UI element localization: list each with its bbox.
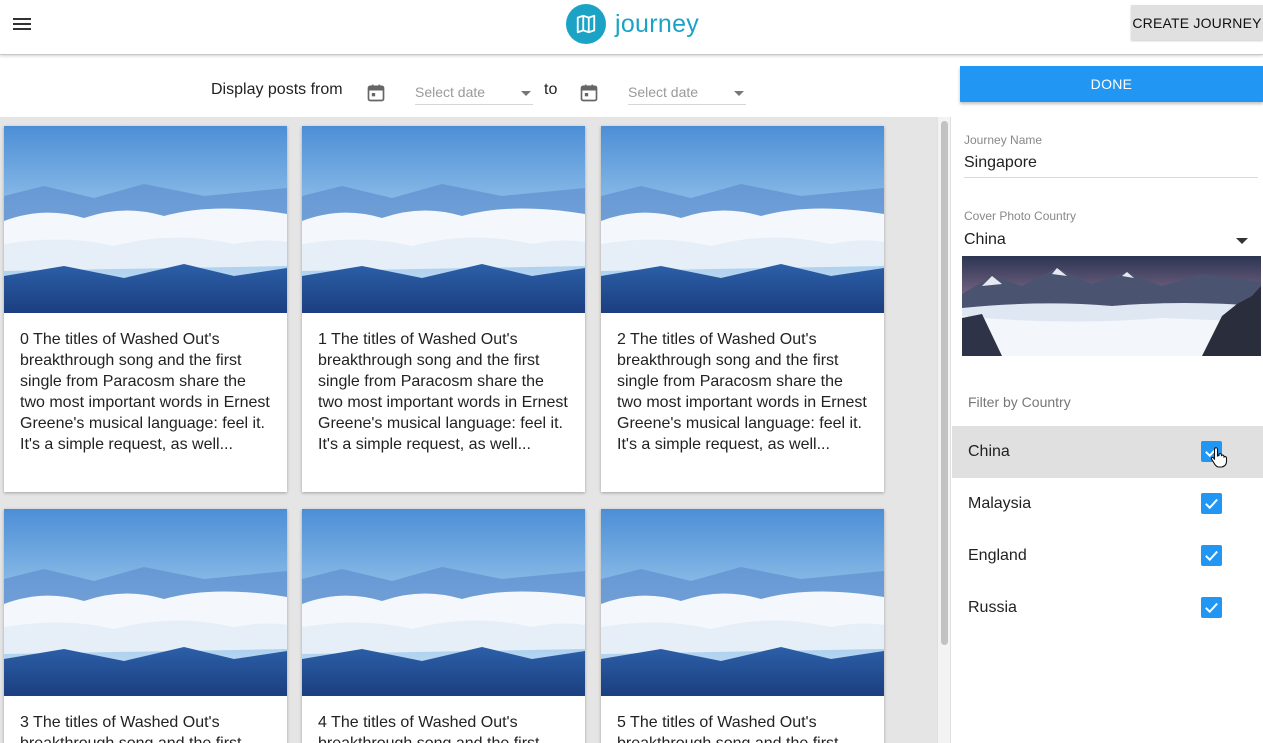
post-image	[302, 509, 585, 696]
app-bar: journey CREATE JOURNEY	[0, 0, 1263, 55]
checkbox[interactable]	[1201, 545, 1222, 566]
post-card[interactable]: 0 The titles of Washed Out's breakthroug…	[4, 126, 287, 492]
post-card[interactable]: 5 The titles of Washed Out's breakthroug…	[601, 509, 884, 743]
journey-panel: Journey Name Singapore Cover Photo Count…	[952, 117, 1263, 743]
cover-country-label: Cover Photo Country	[964, 209, 1077, 223]
hand-cursor-icon	[1210, 447, 1228, 468]
country-name: Malaysia	[968, 495, 1032, 512]
done-button[interactable]: DONE	[960, 66, 1263, 102]
post-excerpt: 4 The titles of Washed Out's breakthroug…	[318, 714, 539, 743]
from-date-placeholder: Select date	[415, 84, 486, 100]
app-title: journey	[615, 9, 700, 38]
country-name: Russia	[968, 599, 1017, 616]
journey-name-value: Singapore	[964, 154, 1037, 171]
country-filter-russia[interactable]: Russia	[952, 582, 1263, 634]
display-posts-label: Display posts from	[211, 81, 343, 98]
country-name: England	[968, 547, 1027, 564]
journey-name-input[interactable]: Singapore	[964, 152, 1258, 178]
post-card[interactable]: 2 The titles of Washed Out's breakthroug…	[601, 126, 884, 492]
post-image	[4, 126, 287, 313]
country-filter-malaysia[interactable]: Malaysia	[952, 478, 1263, 530]
to-date-select[interactable]: Select date	[628, 83, 746, 105]
map-icon	[566, 4, 606, 44]
post-excerpt: 5 The titles of Washed Out's breakthroug…	[617, 714, 838, 743]
checkbox[interactable]	[1201, 493, 1222, 514]
to-label: to	[544, 81, 558, 98]
posts-scrollbar[interactable]	[937, 117, 951, 743]
cover-country-select[interactable]: China	[964, 229, 1258, 255]
post-image	[302, 126, 585, 313]
post-image	[601, 509, 884, 696]
post-image	[4, 509, 287, 696]
post-card[interactable]: 4 The titles of Washed Out's breakthroug…	[302, 509, 585, 743]
country-name: China	[968, 443, 1010, 460]
create-journey-button[interactable]: CREATE JOURNEY	[1131, 5, 1263, 40]
post-card[interactable]: 3 The titles of Washed Out's breakthroug…	[4, 509, 287, 743]
posts-grid: 0 The titles of Washed Out's breakthroug…	[0, 117, 937, 743]
date-filter-bar: Display posts from Select date to Select…	[0, 56, 1263, 116]
post-image	[601, 126, 884, 313]
cover-country-value: China	[964, 231, 1006, 248]
cover-photo	[962, 256, 1261, 356]
country-filter-england[interactable]: England	[952, 530, 1263, 582]
calendar-icon[interactable]	[579, 83, 599, 103]
calendar-icon[interactable]	[366, 83, 386, 103]
post-excerpt: 0 The titles of Washed Out's breakthroug…	[20, 331, 270, 453]
to-date-placeholder: Select date	[628, 84, 699, 100]
from-date-select[interactable]: Select date	[415, 83, 533, 105]
post-excerpt: 3 The titles of Washed Out's breakthroug…	[20, 714, 241, 743]
journey-name-label: Journey Name	[964, 133, 1043, 147]
post-card[interactable]: 1 The titles of Washed Out's breakthroug…	[302, 126, 585, 492]
app-logo[interactable]: journey	[566, 4, 699, 44]
checkbox[interactable]	[1201, 597, 1222, 618]
hamburger-menu-icon[interactable]	[8, 10, 36, 38]
chevron-down-icon	[734, 91, 744, 96]
chevron-down-icon	[1236, 238, 1248, 244]
post-excerpt: 2 The titles of Washed Out's breakthroug…	[617, 331, 867, 453]
filter-by-country-title: Filter by Country	[968, 394, 1071, 410]
scrollbar-thumb[interactable]	[941, 121, 948, 645]
country-filter-china[interactable]: China	[952, 426, 1263, 478]
post-excerpt: 1 The titles of Washed Out's breakthroug…	[318, 331, 568, 453]
chevron-down-icon	[521, 91, 531, 96]
